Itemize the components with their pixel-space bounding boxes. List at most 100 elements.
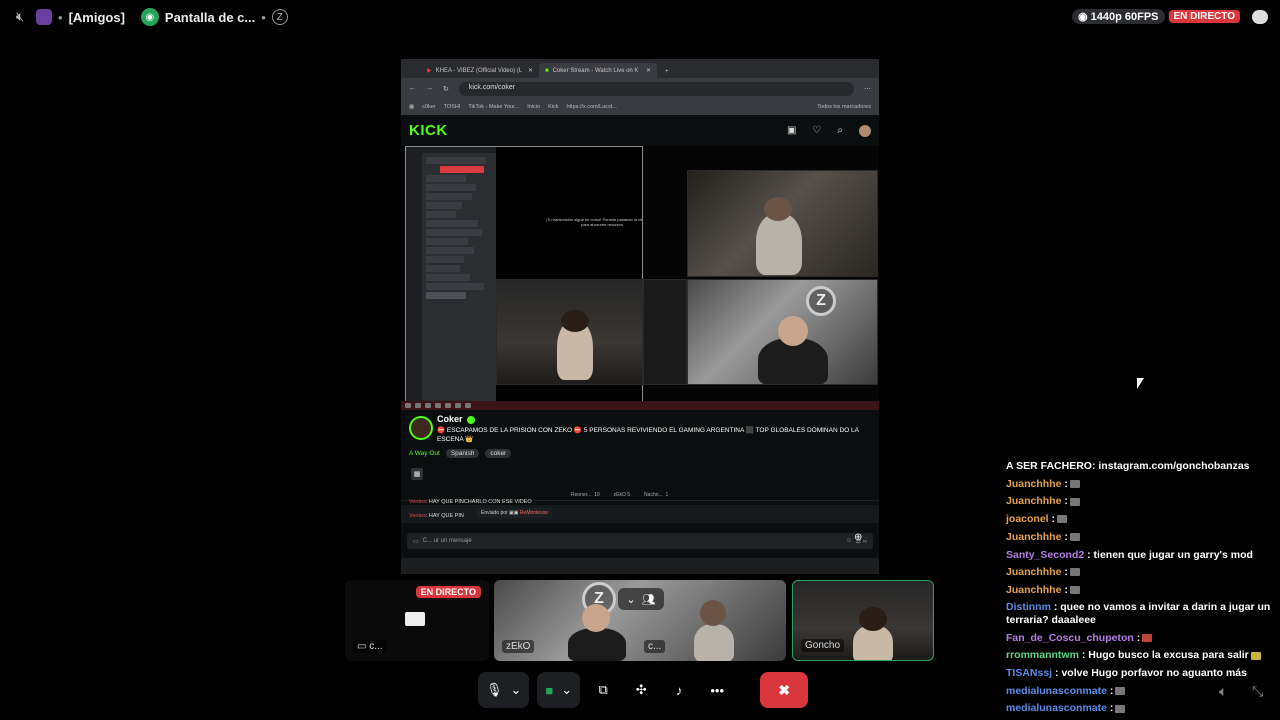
bookmark-item[interactable]: Kick [548,104,558,110]
chat-text: : [1106,702,1114,715]
camera-icon: ■ [545,682,554,698]
bookmarks-folder[interactable]: Todos los marcadores [817,104,871,110]
close-tab-icon[interactable]: ✕ [528,67,533,74]
chat-text: : [1061,477,1068,490]
speaker-icon[interactable]: 🔇︎ [10,7,30,27]
more-icon: ••• [710,682,725,698]
back-icon[interactable]: ← [409,85,416,92]
screen-share-label[interactable]: Pantalla de c... [165,10,255,25]
separator-dot: • [58,9,63,25]
gift-icon[interactable]: ▦ [411,468,423,480]
share-screen-button[interactable]: ⧉ [588,672,618,708]
chat-username: Distinnm [1006,600,1051,613]
voice-channel-name[interactable]: [Amigos] [69,10,125,25]
emote-icon [1142,633,1153,642]
screen-small-icon: ▭ [357,641,370,652]
bookmark-item[interactable]: c0ker [422,104,435,110]
streamer-name[interactable]: Coker [437,414,463,424]
reload-icon[interactable]: ↻ [443,85,449,93]
chevron-down-icon[interactable]: ⌄ [561,682,572,698]
stream-info: Coker ⛔ ESCAPAMOS DE LA PRISION CON ZEKO… [401,410,879,500]
chat-message: medialunasconmate : [1006,683,1272,701]
bookmark-item[interactable]: https://x.com/Lucst... [566,104,616,110]
chat-message: Juanchhhe : [1006,476,1272,494]
chat-username: medialunasconmate [1006,702,1107,715]
chat-input[interactable]: ▭ C... ur un mensaje ☺ ⇄ ∞ [407,533,873,549]
chat-bubble-icon[interactable] [1252,9,1268,24]
chat-message: Santy_Second2 : tienen que jugar un garr… [1006,547,1272,565]
discord-icon: ◉ [140,8,159,26]
streamer-avatar[interactable] [409,416,433,440]
stream-video[interactable]: ¡Tu transmisión sigue en curso! Permite … [401,146,879,410]
emote-icon [1057,515,1068,524]
chat-text: : [1106,684,1114,697]
webcam-feed [687,170,878,277]
close-tab-icon[interactable]: ✕ [646,67,651,74]
leave-call-button[interactable]: ✖ [760,672,809,708]
chat-username: Juanchhhe [1006,477,1062,490]
mic-button[interactable]: 🎙︎ ⌄ [478,672,530,708]
tile-label: zEkO [502,640,535,653]
chevron-down-icon[interactable]: ⌄ [511,682,522,698]
store-icon[interactable]: ▣ [787,125,796,136]
leave-call-icon: ✖ [778,681,791,698]
leader-item: Nacho... 1 [644,492,669,498]
chat-username: Juanchhhe [1006,530,1062,543]
emote-icon [1250,651,1261,660]
soundboard-button[interactable]: ♪ [664,672,694,708]
user-avatar[interactable] [859,124,871,137]
leader-item: zEkO 5 [613,492,631,498]
participant-tile-zeko[interactable]: Z ⌄ 👥︎ zEkO c... [494,580,786,661]
tile-label: Goncho [801,639,845,652]
new-tab-button[interactable]: + [657,66,677,78]
activities-button[interactable]: ✣ [626,672,656,708]
chat-message: Juanchhhe : [1006,529,1272,547]
kick-logo[interactable]: KICK [409,122,448,139]
zoom-icon[interactable]: ⊕ [854,532,870,548]
emote-icon [1115,704,1126,713]
volume-icon[interactable]: 🔈︎ [1219,683,1227,700]
chat-text: : tienen que jugar un garry's mod [1084,548,1253,561]
shared-screen[interactable]: ▶ KHEA - VIBEZ (Official Video) (L ✕ ■ Coke… [401,59,879,574]
emoji-icon[interactable]: ☺ [846,538,852,544]
exit-fullscreen-icon[interactable]: ⤡ [1252,683,1263,700]
extensions-icon[interactable]: ⋯ [864,85,871,93]
users-icon[interactable]: 👥︎ [642,593,656,606]
bookmark-item[interactable]: TikTok - Make Your... [468,104,519,110]
camera-button[interactable]: ■ ⌄ [537,672,581,708]
streamer-name-row: Coker [437,414,475,424]
chat-text: : [1061,566,1068,579]
tile-overlay-controls[interactable]: ⌄ 👥︎ [618,588,664,610]
chat-message: TISANssj : volve Hugo porfavor no aguant… [1006,665,1272,683]
category-link[interactable]: A Way Out [409,450,440,457]
chat-username: medialunasconmate [1006,684,1107,697]
chat-username: rrommanntwm [1006,649,1079,662]
webcam-feed: Z [687,279,878,385]
bookmark-item[interactable]: Inicio [527,104,540,110]
address-bar[interactable]: kick.com/coker [458,81,854,96]
browser-tab-1[interactable]: ▶ KHEA - VIBEZ (Official Video) (L ✕ [421,63,539,78]
chat-text: : [1133,631,1141,644]
quality-badge[interactable]: ◉ 1440p 60FPS [1071,9,1165,24]
stream-status: ◉ 1440p 60FPS EN DIRECTO [1071,9,1268,24]
chevron-down-icon[interactable]: ⌄ [626,593,635,606]
screen-share-tile[interactable]: EN DIRECTO ▭ c... [345,580,489,661]
chat-message: Fan_de_Coscu_chupeton : [1006,630,1272,648]
apps-icon[interactable]: ▦ [409,104,414,110]
participant-tile-goncho[interactable]: Goncho [792,580,934,661]
sent-by-banner: Enviado por ▣▣ ReMontesss [477,508,552,518]
emote-icon [1069,586,1080,595]
search-icon[interactable]: ⌕ [837,125,843,136]
chat-username: A SER FACHERO [1006,460,1092,472]
chat-message: rrommanntwm : Hugo busco la excusa para … [1006,647,1272,665]
heart-icon[interactable]: ♡ [812,125,821,136]
screen-icon [405,612,425,626]
chat-text: : [1061,495,1068,508]
tag-chip[interactable]: Spanish [445,449,480,458]
bookmark-item[interactable]: TOSHI [444,104,461,110]
more-button[interactable]: ••• [702,672,732,708]
zeko-logo-icon: Z [806,286,836,316]
tag-chip[interactable]: coker [485,449,512,458]
forward-icon[interactable]: → [426,85,433,92]
browser-tab-2[interactable]: ■ Coker Stream - Watch Live on K ✕ [539,63,657,78]
